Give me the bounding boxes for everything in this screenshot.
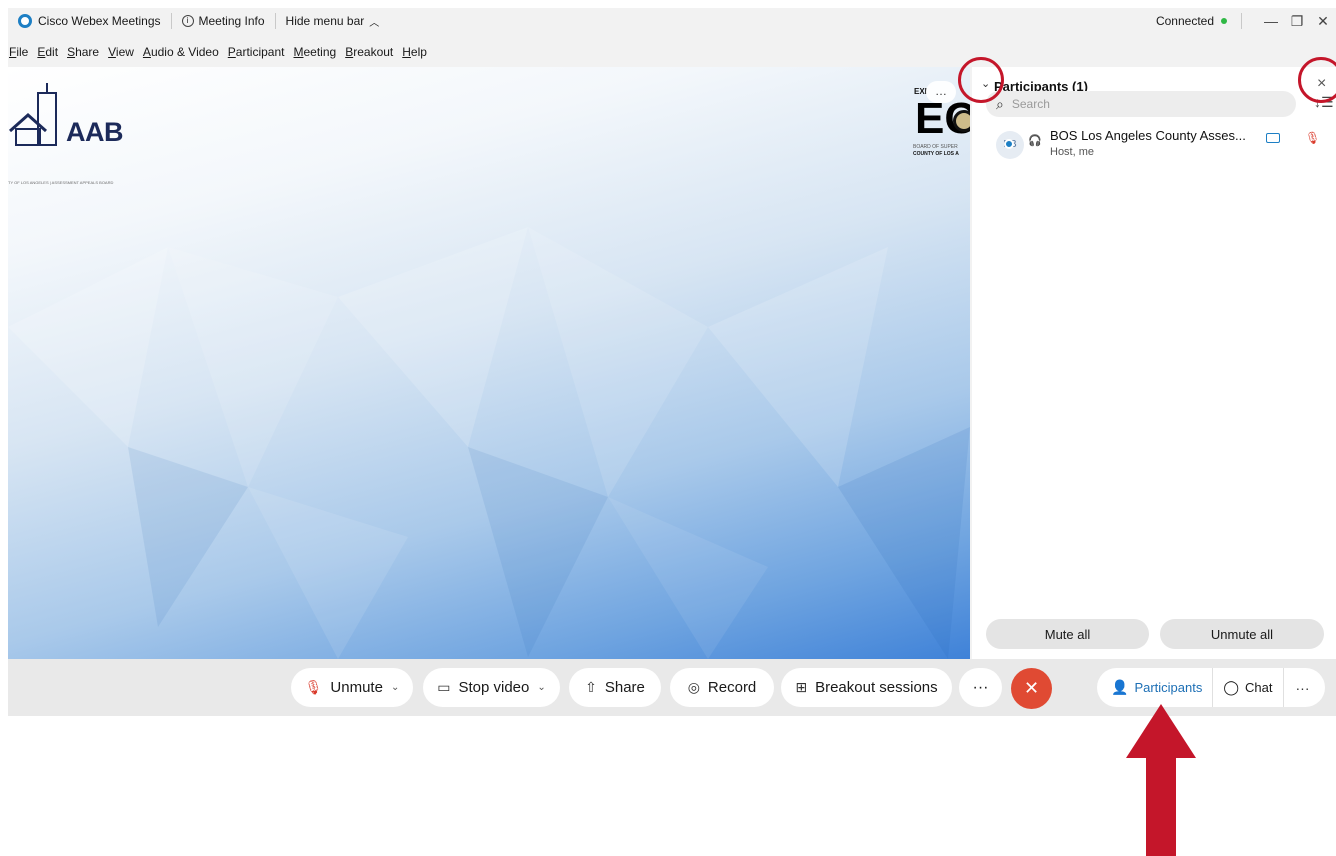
unmute-all-button[interactable]: Unmute all [1160,619,1324,649]
host-badge-icon [1004,139,1014,149]
video-stage: AAB TY OF LOS ANGELES | ASSESSMENT APPEA… [8,67,970,659]
menu-meeting[interactable]: Meeting [293,45,338,59]
panel-toggle-group: 👤 Participants ◯ Chat ··· [1097,668,1325,707]
menu-participant[interactable]: Participant [227,45,286,59]
menu-bar: File Edit Share View Audio & Video Parti… [8,42,435,62]
menu-edit[interactable]: Edit [36,45,59,59]
unmute-button[interactable]: 🎙 Unmute ⌄ [291,668,413,707]
end-meeting-button[interactable]: ✕ [1011,668,1052,709]
chat-button[interactable]: ◯ Chat [1213,668,1284,707]
share-label: Share [604,679,645,696]
app-title-label: Cisco Webex Meetings [38,14,161,28]
stop-video-label: Stop video [458,679,530,696]
annotation-circle-close [1298,57,1336,103]
divider [1241,13,1242,29]
more-options-button[interactable]: ··· [959,668,1002,707]
search-box[interactable]: ⌕ [986,91,1296,117]
title-bar-right: Connected — ❐ ✕ [1156,8,1336,34]
title-bar: Cisco Webex Meetings i Meeting Info Hide… [8,8,1336,34]
headset-icon: 🎧 [1028,135,1042,147]
meeting-info-button[interactable]: i Meeting Info [170,13,275,29]
menu-audio-video[interactable]: Audio & Video [142,45,220,59]
annotation-circle-collapse [958,57,1004,103]
meeting-info-label: Meeting Info [198,14,265,28]
participants-panel: ⌄ Participants (1) × ⌕ ↓☰ BB 🎧 BOS Los A… [972,67,1336,659]
chat-bubble-icon: ◯ [1223,679,1240,695]
hide-menu-bar-button[interactable]: Hide menu bar ︿ [274,13,390,29]
stage-more-button[interactable]: … [926,81,956,103]
menu-file[interactable]: File [8,45,29,59]
video-camera-icon[interactable] [1266,133,1280,143]
chevron-up-icon: ︿ [369,17,380,29]
participant-row[interactable]: BB 🎧 BOS Los Angeles County Asses... Hos… [986,121,1326,165]
share-icon: ⇧ [585,679,597,695]
search-input[interactable] [1011,97,1272,111]
aab-subtitle: TY OF LOS ANGELES | ASSESSMENT APPEALS B… [8,180,114,185]
menu-view[interactable]: View [107,45,135,59]
muted-microphone-icon: 🎙 [304,679,323,695]
aab-logo: AAB TY OF LOS ANGELES | ASSESSMENT APPEA… [8,83,158,185]
menu-help[interactable]: Help [401,45,428,59]
bos-logo-line2: COUNTY OF LOS A [913,151,959,157]
breakout-label: Breakout sessions [815,679,938,696]
building-logo-icon [9,83,57,146]
record-icon: ◎ [687,679,700,695]
county-seal-icon [953,110,970,132]
stop-video-button[interactable]: ▭ Stop video ⌄ [423,668,560,707]
chevron-down-icon[interactable]: ⌄ [537,682,545,693]
connected-dot-icon [1221,18,1227,24]
muted-microphone-icon[interactable]: 🎙 [1305,131,1320,145]
participants-button[interactable]: 👤 Participants [1097,668,1214,707]
webex-logo-icon [18,14,32,28]
participant-name: BOS Los Angeles County Asses... [1050,128,1246,143]
bos-logo-line1: BOARD OF SUPER [913,144,958,150]
panels-more-button[interactable]: ··· [1284,680,1322,696]
breakout-grid-icon: ⊞ [795,679,808,695]
search-icon: ⌕ [996,95,1004,112]
connection-status: Connected [1155,14,1214,28]
video-camera-icon: ▭ [437,679,451,695]
close-window-button[interactable]: ✕ [1310,13,1336,30]
record-label: Record [707,679,757,696]
person-icon: 👤 [1111,679,1129,695]
app-title[interactable]: Cisco Webex Meetings [8,13,171,29]
unmute-label: Unmute [330,679,383,696]
participant-role: Host, me [1050,146,1095,158]
menu-share[interactable]: Share [66,45,100,59]
chevron-down-icon[interactable]: ⌄ [391,682,399,693]
webex-window: Cisco Webex Meetings i Meeting Info Hide… [8,8,1336,716]
restore-button[interactable]: ❐ [1284,13,1310,30]
annotation-arrow-icon [1126,704,1196,856]
aab-logo-text: AAB [66,117,124,147]
chat-label: Chat [1245,680,1273,695]
hide-menu-label: Hide menu bar [285,14,365,28]
menu-breakout[interactable]: Breakout [344,45,394,59]
participants-label: Participants [1134,680,1203,695]
share-button[interactable]: ⇧ Share [569,668,661,707]
info-icon: i [181,15,194,27]
record-button[interactable]: ◎ Record [670,668,774,707]
mute-all-button[interactable]: Mute all [986,619,1149,649]
minimize-button[interactable]: — [1258,13,1284,29]
breakout-sessions-button[interactable]: ⊞ Breakout sessions [781,668,952,707]
